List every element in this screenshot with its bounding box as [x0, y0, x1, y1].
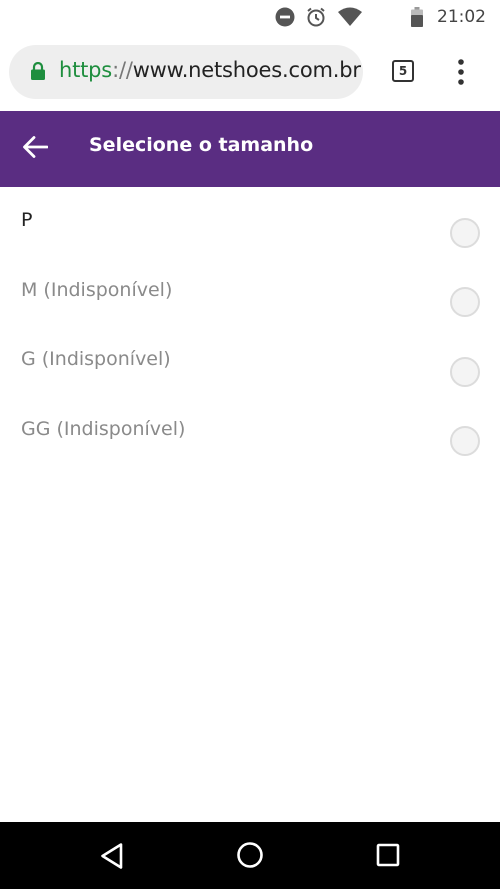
url-separator: :// [112, 58, 133, 82]
size-radio[interactable] [450, 287, 480, 317]
size-option-g[interactable]: G (Indisponível) [0, 333, 500, 393]
status-clock: 21:02 [437, 7, 486, 27]
recents-square-icon[interactable] [376, 843, 400, 867]
overflow-menu-icon[interactable] [451, 58, 471, 90]
back-triangle-icon[interactable] [99, 842, 125, 870]
size-label: G (Indisponível) [21, 348, 171, 370]
back-arrow-icon[interactable] [22, 134, 49, 164]
wifi-icon [337, 7, 363, 27]
url-text[interactable]: https://www.netshoes.com.br [59, 58, 361, 82]
size-label: M (Indisponível) [21, 279, 173, 301]
size-option-gg[interactable]: GG (Indisponível) [0, 403, 500, 463]
url-scheme: https [59, 58, 113, 82]
status-bar: 21:02 [0, 0, 500, 36]
lock-icon [31, 61, 45, 84]
size-radio[interactable] [450, 218, 480, 248]
size-label: P [21, 209, 33, 231]
size-label: GG (Indisponível) [21, 418, 186, 440]
size-radio[interactable] [450, 357, 480, 387]
page-title: Selecione o tamanho [89, 134, 314, 156]
browser-toolbar: https://www.netshoes.com.br 5 [0, 36, 500, 111]
size-option-m[interactable]: M (Indisponível) [0, 264, 500, 324]
size-radio[interactable] [450, 426, 480, 456]
do-not-disturb-icon [275, 7, 295, 27]
alarm-icon [305, 6, 327, 28]
tab-switcher-button[interactable]: 5 [392, 60, 414, 82]
app-header: Selecione o tamanho [0, 111, 500, 187]
status-icons: 21:02 [275, 6, 486, 28]
system-navigation-bar [0, 822, 500, 889]
address-bar[interactable]: https://www.netshoes.com.br [9, 45, 363, 99]
battery-icon [411, 7, 423, 27]
size-option-p[interactable]: P [0, 195, 500, 255]
url-host: www.netshoes.com.br [132, 58, 361, 82]
home-circle-icon[interactable] [236, 841, 264, 869]
